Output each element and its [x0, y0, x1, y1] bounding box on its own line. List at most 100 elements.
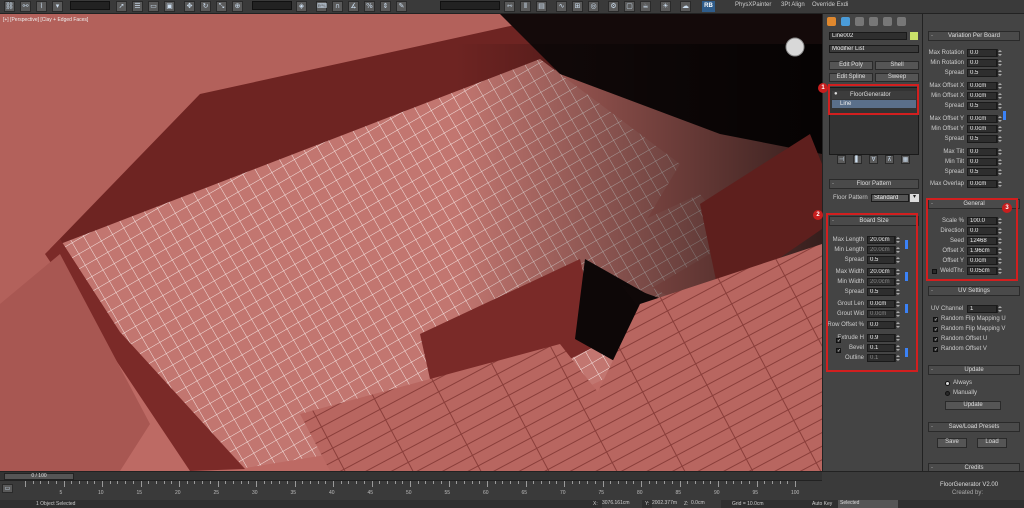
z-coord-field[interactable]: 0.0cm [691, 500, 721, 508]
min-rotation-spinner[interactable] [997, 59, 1002, 67]
curve-editor-icon[interactable]: ∿ [556, 1, 567, 12]
min-offset-x-spinner[interactable] [997, 92, 1002, 100]
pivot-center-icon[interactable]: ◈ [296, 1, 307, 12]
selection-filter-icon[interactable]: ▾ [52, 1, 63, 12]
min-offset-y-field[interactable]: 0.0cm [967, 125, 997, 133]
configure-sets-icon[interactable]: ▦ [901, 155, 910, 164]
radio-manually[interactable] [945, 391, 950, 396]
named-selection-field[interactable] [70, 1, 110, 10]
modify-tab-icon[interactable] [841, 17, 850, 26]
lock-offset-icon[interactable] [1003, 111, 1006, 120]
select-object-icon[interactable]: ➚ [116, 1, 127, 12]
display-tab-icon[interactable] [883, 17, 892, 26]
create-selection-set-field[interactable] [440, 1, 500, 10]
max-offset-x-spinner[interactable] [997, 82, 1002, 90]
shell-button[interactable]: Shell [875, 61, 919, 70]
offset-x-spread-field[interactable]: 0.5 [967, 102, 997, 110]
checkbox-offset-v[interactable]: ✓ [933, 347, 938, 353]
bind-icon[interactable]: ⌇ [36, 1, 47, 12]
tilt-spread-spinner[interactable] [997, 168, 1002, 176]
floor-pattern-dropdown[interactable]: Standard [871, 194, 909, 202]
create-tab-icon[interactable] [827, 17, 836, 26]
chevron-down-icon[interactable]: ▾ [910, 194, 919, 202]
floor-pattern-rollout[interactable]: - Floor Pattern [829, 179, 919, 189]
variation-rollout[interactable]: - Variation Per Board [928, 31, 1020, 41]
offset-x-spread-spinner[interactable] [997, 102, 1002, 110]
layer-explorer-icon[interactable]: ▤ [536, 1, 547, 12]
radio-always[interactable] [945, 381, 950, 386]
rotation-spread-spinner[interactable] [997, 69, 1002, 77]
min-offset-x-field[interactable]: 0.0cm [967, 92, 997, 100]
named-selection-sets-icon[interactable]: ✎ [396, 1, 407, 12]
show-end-result-icon[interactable]: ▌ [853, 155, 862, 164]
uv-channel-field[interactable]: 1 [967, 305, 997, 313]
keyboard-shortcut-icon[interactable]: ⌨ [316, 1, 327, 12]
make-unique-icon[interactable]: ∀ [869, 155, 878, 164]
max-offset-y-spinner[interactable] [997, 115, 1002, 123]
modifier-list-dropdown[interactable]: Modifier List [829, 45, 919, 53]
checkbox-flip-v[interactable]: ✓ [933, 327, 938, 333]
angle-snap-icon[interactable]: ∡ [348, 1, 359, 12]
min-tilt-spinner[interactable] [997, 158, 1002, 166]
window-crossing-icon[interactable]: ▣ [164, 1, 175, 12]
max-offset-x-field[interactable]: 0.0cm [967, 82, 997, 90]
snaps-toggle-icon[interactable]: ∩ [332, 1, 343, 12]
timeline-track[interactable]: 5 10 15 20 25 30 35 40 45 50 55 60 65 70 75 80 85 90 95 100 [0, 481, 822, 499]
pin-stack-icon[interactable]: ⊣ [837, 155, 846, 164]
max-tilt-spinner[interactable] [997, 148, 1002, 156]
max-rotation-spinner[interactable] [997, 49, 1002, 57]
viewcube-icon[interactable] [785, 37, 805, 57]
remove-modifier-icon[interactable]: ⊼ [885, 155, 894, 164]
save-preset-button[interactable]: Save [937, 438, 967, 448]
viewport-label[interactable]: [+] [Perspective] [Clay + Edged Faces] [3, 17, 88, 23]
render-frame-icon[interactable]: ▢ [624, 1, 635, 12]
override-exdi-menu-item[interactable]: Override Exdi [812, 2, 848, 8]
offset-y-spread-field[interactable]: 0.5 [967, 135, 997, 143]
max-rotation-field[interactable]: 0.0 [967, 49, 997, 57]
render-cloud-icon[interactable]: ☁ [680, 1, 691, 12]
select-by-name-icon[interactable]: ☰ [132, 1, 143, 12]
3pt-align-menu-item[interactable]: 3Pt Align [781, 2, 805, 8]
offset-y-spread-spinner[interactable] [997, 135, 1002, 143]
spinner-snap-icon[interactable]: ⇕ [380, 1, 391, 12]
max-offset-y-field[interactable]: 0.0cm [967, 115, 997, 123]
max-overlap-field[interactable]: 0.0cm [967, 180, 997, 188]
key-filter-dropdown[interactable]: Selected [838, 500, 898, 508]
object-name-field[interactable]: Line002 [829, 32, 907, 40]
schematic-view-icon[interactable]: ⊞ [572, 1, 583, 12]
mirror-icon[interactable]: ⇿ [504, 1, 515, 12]
move-icon[interactable]: ✥ [184, 1, 195, 12]
edit-spline-button[interactable]: Edit Spline [829, 73, 873, 82]
min-rotation-field[interactable]: 0.0 [967, 59, 997, 67]
tilt-spread-field[interactable]: 0.5 [967, 168, 997, 176]
percent-snap-icon[interactable]: % [364, 1, 375, 12]
min-offset-y-spinner[interactable] [997, 125, 1002, 133]
presets-rollout[interactable]: - Save/Load Presets [928, 422, 1020, 432]
align-icon[interactable]: ⫴ [520, 1, 531, 12]
unlink-icon[interactable]: ⚯ [20, 1, 31, 12]
uv-channel-spinner[interactable] [997, 305, 1002, 313]
checkbox-flip-u[interactable]: ✓ [933, 317, 938, 323]
auto-key-button[interactable]: Auto Key [812, 501, 832, 507]
update-button[interactable]: Update [945, 401, 1001, 410]
render-setup-icon[interactable]: ⚙ [608, 1, 619, 12]
rotation-spread-field[interactable]: 0.5 [967, 69, 997, 77]
min-tilt-field[interactable]: 0.0 [967, 158, 997, 166]
time-slider[interactable]: 0 / 100 [0, 472, 822, 481]
region-select-icon[interactable]: ▭ [148, 1, 159, 12]
uv-settings-rollout[interactable]: - UV Settings [928, 286, 1020, 296]
update-rollout[interactable]: - Update [928, 365, 1020, 375]
physxpainter-menu-item[interactable]: PhysXPainter [735, 2, 771, 8]
x-coord-field[interactable]: 3076.161cm [602, 500, 642, 508]
material-editor-icon[interactable]: ◎ [588, 1, 599, 12]
max-overlap-spinner[interactable] [997, 180, 1002, 188]
motion-tab-icon[interactable] [869, 17, 878, 26]
rotate-icon[interactable]: ↻ [200, 1, 211, 12]
render-iterative-icon[interactable]: ☀ [660, 1, 671, 12]
rb-toolbar-button[interactable]: RB [702, 1, 715, 12]
sweep-button[interactable]: Sweep [875, 73, 919, 82]
render-production-icon[interactable]: ☕ [640, 1, 651, 12]
scale-icon[interactable]: ⤡ [216, 1, 227, 12]
link-icon[interactable]: ⛓ [4, 1, 15, 12]
time-slider-thumb[interactable]: 0 / 100 [4, 473, 74, 480]
